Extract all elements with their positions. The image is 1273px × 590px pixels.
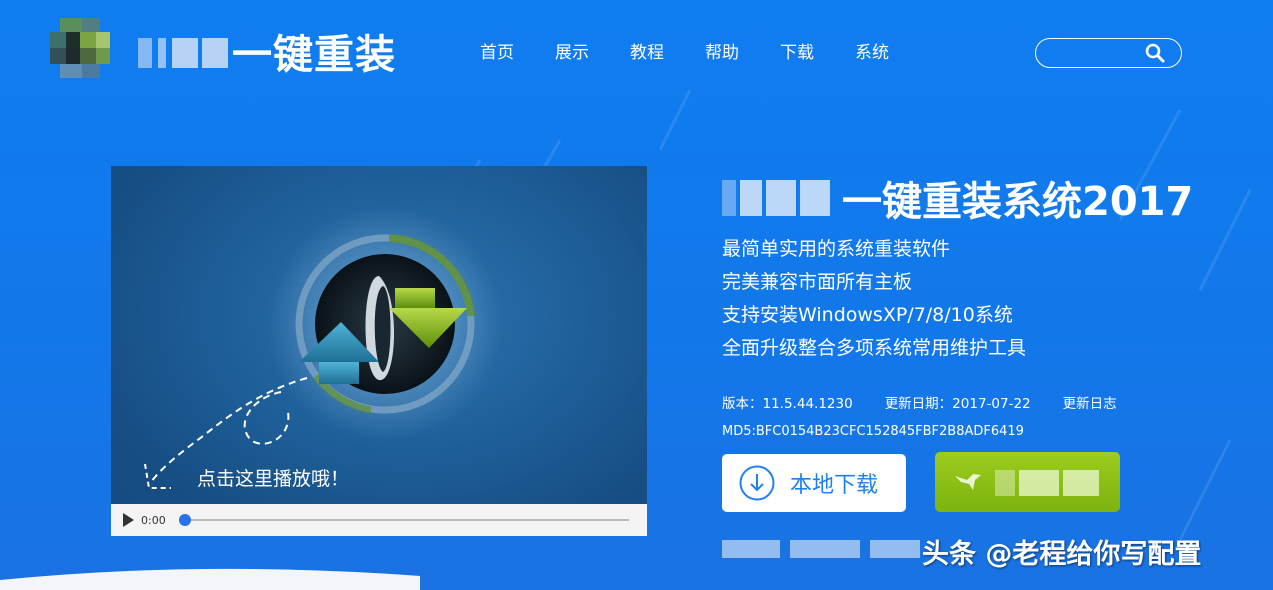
feature-item: 支持安装WindowsXP/7/8/10系统 bbox=[722, 304, 1013, 326]
search-icon[interactable] bbox=[1145, 43, 1165, 63]
local-download-button[interactable]: 本地下载 bbox=[722, 454, 906, 512]
release-meta: 版本：11.5.44.1230 更新日期：2017-07-22 更新日志 bbox=[722, 392, 1149, 412]
product-name-blurred bbox=[722, 180, 840, 216]
feature-item: 全面升级整合多项系统常用维护工具 bbox=[722, 337, 1027, 359]
video-time: 0:00 bbox=[141, 513, 166, 527]
video-thumbnail bbox=[144, 206, 503, 489]
feature-item: 最简单实用的系统重装软件 bbox=[722, 238, 951, 260]
nav-showcase[interactable]: 展示 bbox=[555, 38, 589, 63]
video-progress-handle[interactable] bbox=[179, 514, 191, 526]
bird-icon bbox=[955, 474, 981, 490]
video-caption: 点击这里播放哦！ bbox=[197, 468, 350, 490]
version-text: 版本：11.5.44.1230 bbox=[722, 396, 853, 412]
download-icon bbox=[739, 465, 775, 501]
search-input[interactable] bbox=[1048, 42, 1148, 64]
nav-system[interactable]: 系统 bbox=[855, 38, 889, 63]
main-nav: 首页 展示 教程 帮助 下载 系统 bbox=[480, 38, 889, 63]
video-progress-bar[interactable] bbox=[179, 514, 629, 526]
logo-icon bbox=[50, 18, 112, 80]
watermark: 头条 @老程给你写配置 bbox=[922, 539, 1202, 570]
site-logo[interactable]: 一键重装 bbox=[40, 8, 440, 92]
product-title: 一键重装系统2017 bbox=[842, 179, 1194, 225]
feature-list: 最简单实用的系统重装软件 完美兼容市面所有主板 支持安装WindowsXP/7/… bbox=[722, 233, 1026, 365]
alt-download-button[interactable] bbox=[935, 452, 1120, 512]
nav-home[interactable]: 首页 bbox=[480, 38, 514, 63]
search-box bbox=[1035, 38, 1182, 68]
changelog-link[interactable]: 更新日志 bbox=[1063, 392, 1117, 412]
video-player[interactable]: 点击这里播放哦！ 0:00 bbox=[111, 166, 647, 536]
nav-download[interactable]: 下载 bbox=[780, 38, 814, 63]
feature-item: 完美兼容市面所有主板 bbox=[722, 271, 913, 293]
update-date-text: 更新日期：2017-07-22 bbox=[884, 396, 1031, 412]
md5-text: MD5:BFC0154B23CFC152845FBF2B8ADF6419 bbox=[722, 424, 1024, 439]
logo-text: 一键重装 bbox=[232, 32, 396, 78]
play-icon[interactable] bbox=[111, 504, 141, 536]
video-controls: 0:00 bbox=[111, 504, 647, 536]
nav-help[interactable]: 帮助 bbox=[705, 38, 739, 63]
local-download-label: 本地下载 bbox=[790, 473, 879, 498]
nav-tutorials[interactable]: 教程 bbox=[630, 38, 664, 63]
